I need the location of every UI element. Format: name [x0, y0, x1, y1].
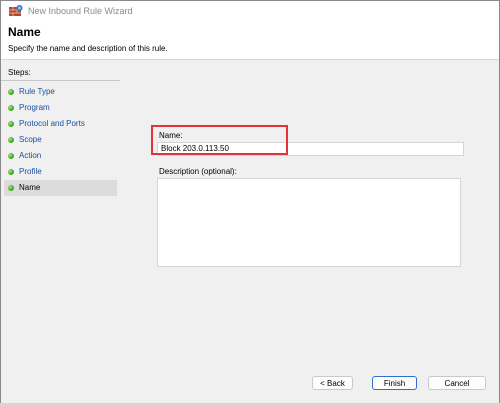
step-label: Name	[19, 183, 41, 192]
step-label: Rule Type	[19, 87, 55, 96]
green-dot-icon	[8, 185, 14, 191]
content-panel: Name: Block 203.0.113.50 Description (op…	[120, 64, 499, 404]
step-label: Protocol and Ports	[19, 119, 85, 128]
step-rule-type[interactable]: Rule Type	[4, 84, 117, 100]
page-header: Name Specify the name and description of…	[1, 21, 499, 60]
step-program[interactable]: Program	[4, 100, 117, 116]
back-button[interactable]: < Back	[312, 376, 353, 390]
green-dot-icon	[8, 153, 14, 159]
description-field-label: Description (optional):	[159, 167, 237, 176]
firewall-icon	[9, 5, 23, 16]
step-label: Action	[19, 151, 42, 160]
green-dot-icon	[8, 121, 14, 127]
step-scope[interactable]: Scope	[4, 132, 117, 148]
steps-heading: Steps:	[1, 67, 120, 81]
step-label: Scope	[19, 135, 42, 144]
step-label: Program	[19, 103, 50, 112]
green-dot-icon	[8, 89, 14, 95]
page-description: Specify the name and description of this…	[8, 44, 168, 53]
green-dot-icon	[8, 169, 14, 175]
step-label: Profile	[19, 167, 42, 176]
window-title: New Inbound Rule Wizard	[28, 6, 133, 16]
step-action[interactable]: Action	[4, 148, 117, 164]
green-dot-icon	[8, 137, 14, 143]
page-title: Name	[8, 25, 41, 39]
wizard-window: New Inbound Rule Wizard Name Specify the…	[0, 0, 500, 406]
description-input[interactable]	[157, 178, 461, 267]
step-name[interactable]: Name	[4, 180, 117, 196]
name-input[interactable]: Block 203.0.113.50	[157, 142, 464, 156]
finish-button[interactable]: Finish	[372, 376, 417, 390]
steps-heading-label: Steps:	[8, 68, 31, 77]
steps-panel: Steps: Rule Type Program Protocol and Po…	[1, 64, 120, 404]
name-field-label: Name:	[159, 131, 183, 140]
step-profile[interactable]: Profile	[4, 164, 117, 180]
title-bar: New Inbound Rule Wizard	[1, 1, 499, 21]
cancel-button[interactable]: Cancel	[428, 376, 486, 390]
green-dot-icon	[8, 105, 14, 111]
step-protocol-and-ports[interactable]: Protocol and Ports	[4, 116, 117, 132]
steps-list: Rule Type Program Protocol and Ports Sco…	[1, 84, 120, 196]
